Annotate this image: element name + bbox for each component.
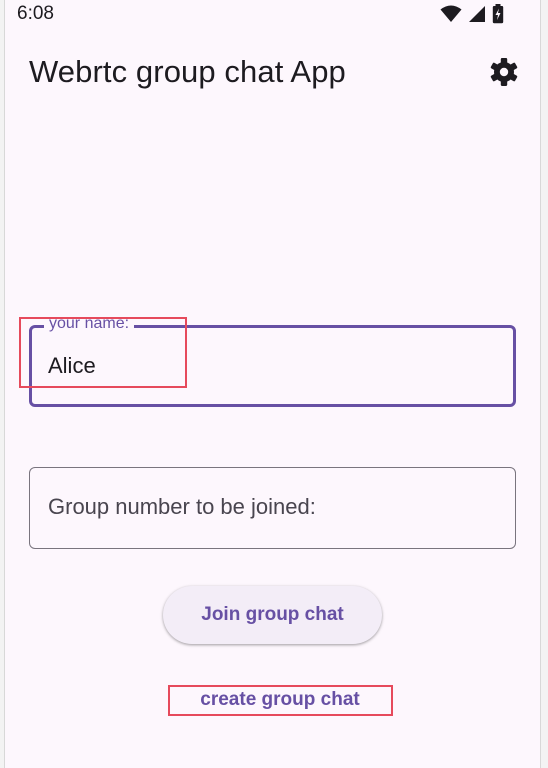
name-field-label: your name:	[44, 314, 135, 334]
status-icons	[440, 4, 504, 24]
name-field-value: Alice	[48, 353, 96, 378]
gear-icon	[489, 57, 519, 92]
name-field[interactable]: your name: Alice	[29, 314, 516, 407]
join-group-chat-button[interactable]: Join group chat	[163, 586, 382, 644]
app-title: Webrtc group chat App	[29, 54, 346, 89]
app-screen: 6:08 Webrtc group chat App your name: Al…	[5, 0, 540, 768]
group-number-field[interactable]: Group number to be joined:	[29, 467, 516, 549]
create-group-chat-button[interactable]: create group chat	[168, 685, 392, 715]
window-edge-right	[540, 0, 548, 768]
status-time: 6:08	[17, 3, 54, 24]
group-number-placeholder: Group number to be joined:	[48, 494, 316, 519]
cellular-signal-icon	[468, 5, 486, 23]
status-bar: 6:08	[5, 0, 540, 28]
app-bar: Webrtc group chat App	[5, 44, 540, 102]
battery-charging-icon	[492, 4, 504, 24]
wifi-icon	[440, 5, 462, 23]
settings-button[interactable]	[486, 56, 522, 92]
